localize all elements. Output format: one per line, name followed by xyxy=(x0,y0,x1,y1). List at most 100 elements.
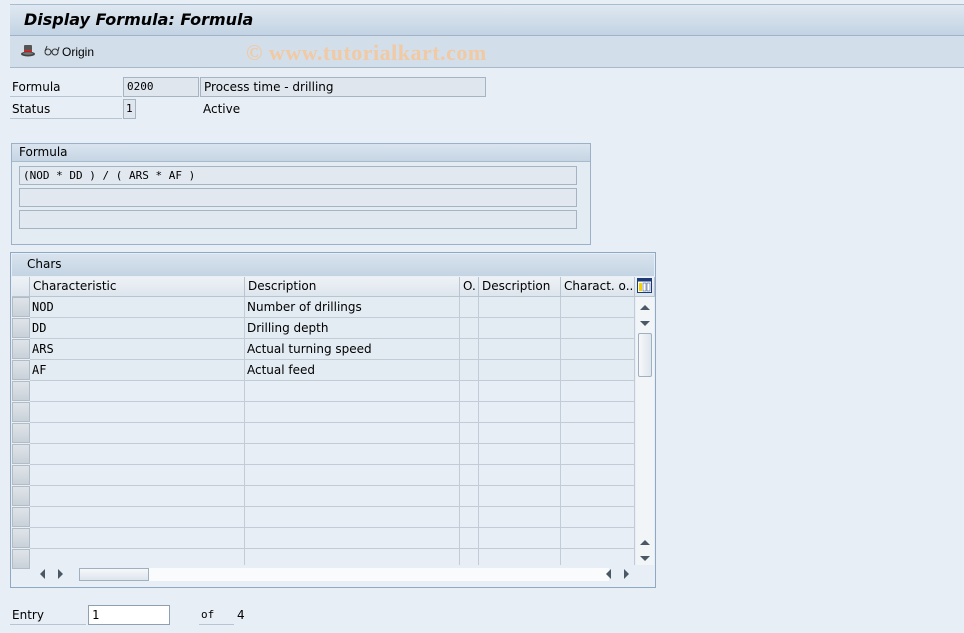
formula-description-field[interactable]: Process time - drilling xyxy=(200,77,486,97)
cell-description-2[interactable] xyxy=(479,465,561,486)
scroll-page-down-button[interactable] xyxy=(637,550,653,566)
horizontal-scroll-track[interactable] xyxy=(79,568,609,581)
vertical-scroll-thumb[interactable] xyxy=(638,333,652,377)
cell-o[interactable] xyxy=(460,423,479,444)
cell-description-2[interactable] xyxy=(479,423,561,444)
origin-button[interactable]: Origin xyxy=(44,42,94,62)
cell-o[interactable] xyxy=(460,507,479,528)
scroll-down-button[interactable] xyxy=(637,315,653,331)
cell-charact-o[interactable] xyxy=(561,297,635,318)
cell-o[interactable] xyxy=(460,318,479,339)
row-selector[interactable] xyxy=(12,381,30,401)
cell-o[interactable] xyxy=(460,465,479,486)
scroll-page-up-button[interactable] xyxy=(637,534,653,550)
row-selector[interactable] xyxy=(12,423,30,443)
other-formula-button[interactable] xyxy=(20,42,38,62)
select-all-corner[interactable] xyxy=(12,277,30,297)
formula-line-2[interactable] xyxy=(19,188,577,207)
cell-o[interactable] xyxy=(460,360,479,381)
cell-charact-o[interactable] xyxy=(561,318,635,339)
scroll-far-right-button[interactable] xyxy=(618,566,634,582)
cell-o[interactable] xyxy=(460,444,479,465)
cell-characteristic[interactable] xyxy=(30,507,245,528)
cell-description[interactable] xyxy=(245,486,460,507)
row-selector[interactable] xyxy=(12,444,30,464)
row-selector[interactable] xyxy=(12,486,30,506)
cell-charact-o[interactable] xyxy=(561,465,635,486)
cell-description-2[interactable] xyxy=(479,339,561,360)
cell-description-2[interactable] xyxy=(479,381,561,402)
row-selector[interactable] xyxy=(12,528,30,548)
formula-id-field[interactable]: 0200 xyxy=(123,77,199,97)
cell-characteristic[interactable] xyxy=(30,486,245,507)
cell-description[interactable] xyxy=(245,444,460,465)
row-selector[interactable] xyxy=(12,339,30,359)
cell-charact-o[interactable] xyxy=(561,381,635,402)
cell-description-2[interactable] xyxy=(479,507,561,528)
cell-o[interactable] xyxy=(460,381,479,402)
cell-charact-o[interactable] xyxy=(561,528,635,549)
cell-description[interactable]: Number of drillings xyxy=(245,297,460,318)
cell-o[interactable] xyxy=(460,339,479,360)
scroll-far-left-button[interactable] xyxy=(600,566,616,582)
cell-description[interactable]: Actual turning speed xyxy=(245,339,460,360)
cell-description[interactable] xyxy=(245,402,460,423)
cell-characteristic[interactable]: DD xyxy=(30,318,245,339)
cell-characteristic[interactable] xyxy=(30,423,245,444)
cell-characteristic[interactable] xyxy=(30,444,245,465)
cell-characteristic[interactable] xyxy=(30,528,245,549)
formula-line-1[interactable]: (NOD * DD ) / ( ARS * AF ) xyxy=(19,166,577,185)
col-header-o[interactable]: O. xyxy=(460,277,479,297)
cell-description[interactable] xyxy=(245,528,460,549)
scroll-right-button[interactable] xyxy=(52,566,68,582)
cell-charact-o[interactable] xyxy=(561,444,635,465)
row-selector[interactable] xyxy=(12,549,30,569)
cell-description-2[interactable] xyxy=(479,486,561,507)
cell-description-2[interactable] xyxy=(479,297,561,318)
cell-description[interactable]: Actual feed xyxy=(245,360,460,381)
cell-charact-o[interactable] xyxy=(561,402,635,423)
cell-o[interactable] xyxy=(460,402,479,423)
row-selector[interactable] xyxy=(12,318,30,338)
cell-o[interactable] xyxy=(460,297,479,318)
row-selector[interactable] xyxy=(12,465,30,485)
cell-description-2[interactable] xyxy=(479,528,561,549)
cell-description[interactable]: Drilling depth xyxy=(245,318,460,339)
cell-description-2[interactable] xyxy=(479,402,561,423)
vertical-scrollbar[interactable] xyxy=(636,297,654,565)
cell-characteristic[interactable] xyxy=(30,402,245,423)
cell-description[interactable] xyxy=(245,507,460,528)
formula-line-3[interactable] xyxy=(19,210,577,229)
col-header-description[interactable]: Description xyxy=(245,277,460,297)
col-header-characteristic[interactable]: Characteristic xyxy=(30,277,245,297)
cell-o[interactable] xyxy=(460,528,479,549)
horizontal-scroll-thumb[interactable] xyxy=(79,568,149,581)
cell-description-2[interactable] xyxy=(479,444,561,465)
cell-charact-o[interactable] xyxy=(561,486,635,507)
scroll-left-button[interactable] xyxy=(34,566,50,582)
col-header-description-2[interactable]: Description xyxy=(479,277,561,297)
cell-characteristic[interactable]: AF xyxy=(30,360,245,381)
status-field[interactable]: 1 xyxy=(123,99,136,119)
column-config-button[interactable] xyxy=(635,277,655,297)
row-selector[interactable] xyxy=(12,360,30,380)
row-selector[interactable] xyxy=(12,402,30,422)
cell-description[interactable] xyxy=(245,381,460,402)
cell-characteristic[interactable] xyxy=(30,381,245,402)
cell-charact-o[interactable] xyxy=(561,339,635,360)
row-selector[interactable] xyxy=(12,507,30,527)
entry-input[interactable]: 1 xyxy=(88,605,170,625)
cell-description-2[interactable] xyxy=(479,318,561,339)
cell-charact-o[interactable] xyxy=(561,360,635,381)
cell-charact-o[interactable] xyxy=(561,423,635,444)
row-selector[interactable] xyxy=(12,297,30,317)
cell-characteristic[interactable]: ARS xyxy=(30,339,245,360)
cell-charact-o[interactable] xyxy=(561,507,635,528)
col-header-charact-o[interactable]: Charact. o... xyxy=(561,277,635,297)
cell-description[interactable] xyxy=(245,423,460,444)
cell-characteristic[interactable] xyxy=(30,465,245,486)
cell-characteristic[interactable]: NOD xyxy=(30,297,245,318)
cell-o[interactable] xyxy=(460,486,479,507)
cell-description[interactable] xyxy=(245,465,460,486)
cell-description-2[interactable] xyxy=(479,360,561,381)
